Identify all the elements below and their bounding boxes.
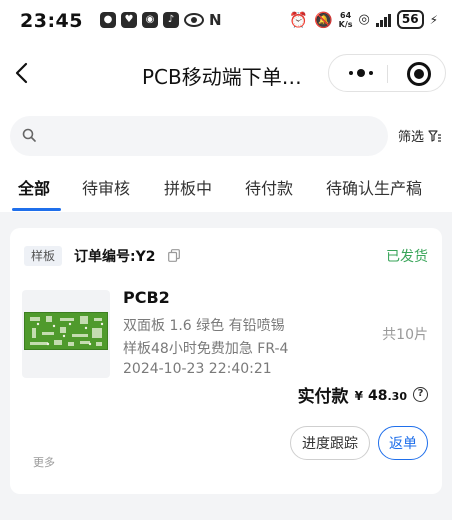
order-status: 已发货 [386,249,428,265]
product-spec-line2: 样板48小时免费加急 FR-4 [123,341,289,357]
paid-amount: 实付款 ¥ 48.30 ? [298,382,428,407]
orange-app-icon: ◉ [142,12,158,28]
order-card[interactable]: 样板 订单编号:Y2 已发货 PCB2 双面板 1.6 绿色 有铅喷锡 样板48… [10,228,442,494]
tab-pending-payment[interactable]: 待付款 [245,175,293,199]
help-icon[interactable]: ? [413,387,428,402]
filter-icon [428,129,442,142]
capsule-divider [387,65,388,83]
paid-label: 实付款 [297,387,349,407]
reorder-button[interactable]: 返单 [378,426,428,460]
hotspot-icon: ◎ [358,12,370,27]
back-button[interactable] [10,60,32,86]
mute-icon: 🔕 [313,10,333,29]
notification-icons: ● ♥ ◉ ♪ N [100,11,222,29]
currency-symbol: ¥ [354,389,363,403]
close-miniprogram-button[interactable] [407,62,431,86]
eye-icon [184,13,204,27]
pcb-board-image [24,312,108,350]
tab-panelizing[interactable]: 拼板中 [164,175,212,199]
tab-pending-review[interactable]: 待审核 [82,175,130,199]
page-title: PCB移动端下单… [142,65,302,89]
chevron-left-icon [15,62,28,84]
active-tab-indicator [12,208,61,211]
signal-icon [375,13,391,27]
order-number: 订单编号:Y2 [74,249,156,265]
filter-label: 筛选 [398,130,425,145]
search-icon [22,128,36,142]
order-status-tabs: 全部 待审核 拼板中 待付款 待确认生产稿 [0,170,452,212]
order-date: 2024-10-23 22:40:21 [123,361,272,377]
order-quantity: 共10片 [382,327,428,343]
progress-tracking-button[interactable]: 进度跟踪 [290,426,370,460]
filter-button[interactable]: 筛选 [398,126,442,145]
search-input[interactable] [44,122,374,150]
status-time: 23:45 [20,10,83,32]
system-icons: ⏰ 🔕 64 K/s ◎ 56 ⚡ [289,10,438,29]
copy-icon[interactable] [168,249,180,262]
product-thumbnail [22,290,110,378]
order-type-tag: 样板 [24,246,62,266]
status-bar: 23:45 ● ♥ ◉ ♪ N ⏰ 🔕 64 K/s ◎ 56 ⚡ [0,0,452,44]
tab-confirm-production[interactable]: 待确认生产稿 [326,175,422,199]
network-speed: 64 K/s [338,10,353,29]
charging-icon: ⚡ [429,12,438,27]
nav-bar: PCB移动端下单… [0,48,452,98]
battery-icon: 56 [396,10,424,29]
miniprogram-capsule [328,54,446,92]
product-name: PCB2 [123,288,170,307]
heart-app-icon: ♥ [121,12,137,28]
tiktok-icon: ♪ [163,12,179,28]
app-notification-icon: ● [100,12,116,28]
more-link[interactable]: 更多 [33,454,55,470]
amount-integer: 48 [368,388,388,404]
product-spec-line1: 双面板 1.6 绿色 有铅喷锡 [123,318,285,334]
nfc-icon: N [209,11,222,29]
more-menu-button[interactable] [343,59,379,87]
tab-all[interactable]: 全部 [18,175,50,199]
amount-decimal: .30 [387,390,408,403]
search-bar [10,116,388,156]
alarm-icon: ⏰ [289,10,308,29]
